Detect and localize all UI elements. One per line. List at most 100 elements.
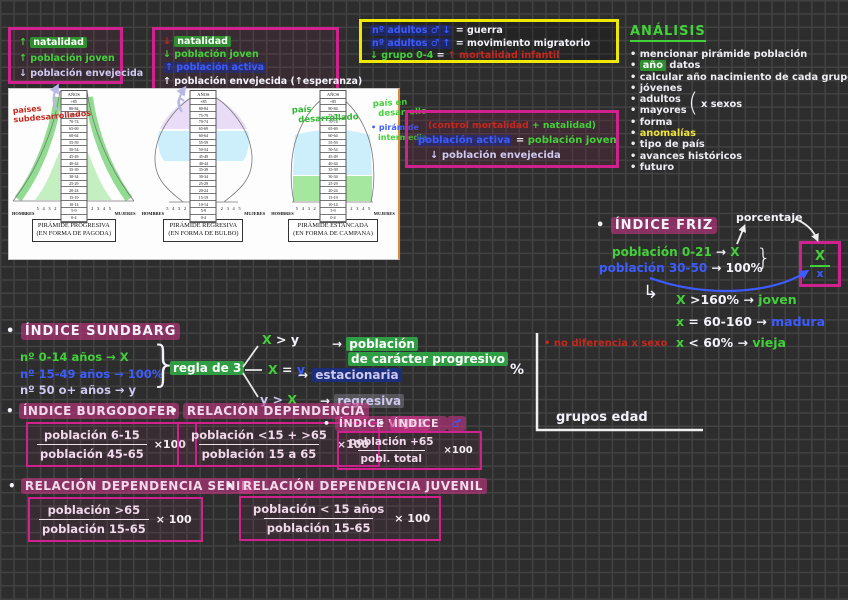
senil-formula: población >65 población 15-65 × 100 xyxy=(28,497,203,542)
age-band-label: 5-9 xyxy=(61,208,86,215)
age-band-label: 10-14 xyxy=(320,201,345,208)
mujeres-label: MUJERES xyxy=(374,211,395,216)
burgodofer-title: • ÍNDICE BURGODOFER xyxy=(6,404,179,418)
graph-note: • no diferencia x sexo xyxy=(544,338,667,349)
sundbarg-outcome-stationary: → estacionaria xyxy=(298,368,402,382)
analysis-item: • avances históricos xyxy=(630,151,846,162)
age-band-label: 35-39 xyxy=(61,167,86,174)
note-line: (control mortalidad + natalidad) xyxy=(416,118,608,133)
age-band-label: 5-9 xyxy=(320,208,345,215)
age-band-label: 55-59 xyxy=(320,140,345,147)
note-line: ↓ población envejecida xyxy=(430,148,608,163)
analysis-item: • anomalías xyxy=(630,128,846,139)
age-band-label: 50-54 xyxy=(61,146,86,153)
friz-fraction-box: X x xyxy=(799,241,841,287)
analysis-brace-note: x sexos xyxy=(701,99,742,110)
multiplier: × 100 xyxy=(156,513,192,526)
age-band-label: 25-29 xyxy=(320,181,345,188)
note-box-progressive: ↑ natalidad ↑ población joven ↓ població… xyxy=(8,27,123,84)
age-band-label: 55-59 xyxy=(61,140,86,147)
juvenil-formula: población < 15 años población 15-65 × 10… xyxy=(239,496,441,541)
denominator: población 15-65 xyxy=(39,519,149,536)
numerator: población <15 + >65 xyxy=(188,428,330,444)
burgodofer-formula: población 6-15 población 45-65 ×100 xyxy=(26,422,197,467)
age-band-label: 70-74 xyxy=(61,119,86,126)
age-column-header: AÑOS xyxy=(61,91,86,99)
notebook-page: ↑ natalidad ↑ población joven ↓ població… xyxy=(0,0,848,600)
friz-line-2: población 30-50 → 100% xyxy=(599,261,763,275)
arrow-to-porcentaje xyxy=(737,227,744,244)
friz-x-upper: X xyxy=(810,249,830,267)
branch-line-1 xyxy=(243,346,258,367)
friz-result-mature: x = 60-160 → madura xyxy=(676,311,825,333)
age-band-label: 45-49 xyxy=(191,153,216,160)
note-box-anomalies: nº adultos ♂ ↓ = guerra nº adultos ♂ ↑ =… xyxy=(359,19,619,63)
note-line: ↑ natalidad xyxy=(19,35,112,51)
analysis-item: • jóvenes xyxy=(630,83,846,94)
age-band-label: 10-14 xyxy=(61,201,86,208)
age-column-header: AÑOS xyxy=(320,91,345,99)
analysis-title: ANÁLISIS xyxy=(630,24,706,42)
juvenil-title: • RELACIÓN DEPENDENCIA JUVENIL xyxy=(226,479,487,493)
multiplier: × 100 xyxy=(394,512,430,525)
age-band-label: 40-44 xyxy=(61,160,86,167)
age-band-label: 30-34 xyxy=(320,174,345,181)
hombres-label: HOMBRES xyxy=(271,211,293,216)
age-band-label: 5-9 xyxy=(191,208,216,215)
age-band-label: 65-69 xyxy=(320,126,345,133)
sundbarg-outcome-progressive: → población de carácter progresivo xyxy=(332,337,508,366)
denominator: población 45-65 xyxy=(37,444,147,461)
indice-male-title: • ÍNDICE ♂ xyxy=(378,417,466,430)
denominator: población 15 a 65 xyxy=(199,444,320,461)
sundbarg-row-adult: nº 15-49 años → 100% xyxy=(20,366,163,383)
analysis-item: • tipo de país xyxy=(630,139,846,150)
numerator: población +65 xyxy=(346,436,437,450)
age-band-label: 50-54 xyxy=(191,146,216,153)
friz-porcentaje-label: porcentaje xyxy=(736,211,803,224)
graph-y-label: % xyxy=(510,362,524,378)
age-band-label: 40-44 xyxy=(191,160,216,167)
friz-result-young: X >160% → joven xyxy=(676,289,825,311)
age-band-label: 0-4 xyxy=(61,215,86,222)
sundbarg-row-young: nº 0-14 años → X xyxy=(20,349,163,366)
age-band-label: 15-19 xyxy=(191,194,216,201)
analysis-item: • futuro xyxy=(630,162,846,173)
note-line: población activa = población joven xyxy=(416,133,608,148)
age-band-label: 20-24 xyxy=(320,187,345,194)
age-band-label: 80-84 xyxy=(191,105,216,112)
graph-x-label: grupos edad xyxy=(556,410,648,425)
note-line: ↓ población envejecida xyxy=(19,66,112,82)
sundbarg-row-old: nº 50 o+ años → y xyxy=(20,382,163,399)
note-line: ↓ natalidad xyxy=(163,35,328,48)
friz-line-1: población 0-21 → X xyxy=(612,245,740,259)
age-band-label: 60-64 xyxy=(320,133,345,140)
age-band-label: 70-74 xyxy=(191,119,216,126)
age-band-label: 10-14 xyxy=(191,201,216,208)
note-line: ↓ grupo 0-4 = ↑ mortalidad infantil xyxy=(370,50,608,63)
mujeres-label: MUJERES xyxy=(115,211,136,216)
analysis-item: • calcular año nacimiento de cada grupo xyxy=(630,72,846,83)
friz-hook-arrow: ↳ xyxy=(643,282,658,303)
sundbarg-rows: nº 0-14 años → X nº 15-49 años → 100% nº… xyxy=(20,349,163,399)
age-band-label: 65-69 xyxy=(191,126,216,133)
friz-result-old: x < 60% → vieja xyxy=(676,332,825,354)
hombres-label: HOMBRES xyxy=(12,211,34,216)
age-band-label: 0-4 xyxy=(191,215,216,222)
age-band-label: 25-29 xyxy=(191,181,216,188)
denominator: población 15-65 xyxy=(264,518,374,535)
age-band-label: 30-34 xyxy=(191,174,216,181)
analysis-item: • forma xyxy=(630,117,846,128)
age-band-label: 60-64 xyxy=(61,133,86,140)
friz-title: • ÍNDICE FRIZ xyxy=(596,218,717,233)
note-line: nº adultos ♂ ↓ = guerra xyxy=(370,25,608,38)
age-column: AÑOS +8580-8475-7970-7465-6960-6455-5950… xyxy=(190,90,217,223)
regla-de-3-label: regla de 3 xyxy=(170,361,244,375)
note-line: ↑ población envejecida (↑esperanza) xyxy=(163,75,328,88)
sundbarg-branch-1: X > y xyxy=(262,332,299,347)
friz-results: X >160% → joven x = 60-160 → madura x < … xyxy=(676,289,825,354)
age-band-label: 45-49 xyxy=(61,153,86,160)
age-band-label: 20-24 xyxy=(61,187,86,194)
note-line: ↓ población joven xyxy=(163,48,328,61)
note-box-stagnant: (control mortalidad + natalidad) poblaci… xyxy=(405,110,619,168)
age-band-label: 50-54 xyxy=(320,146,345,153)
